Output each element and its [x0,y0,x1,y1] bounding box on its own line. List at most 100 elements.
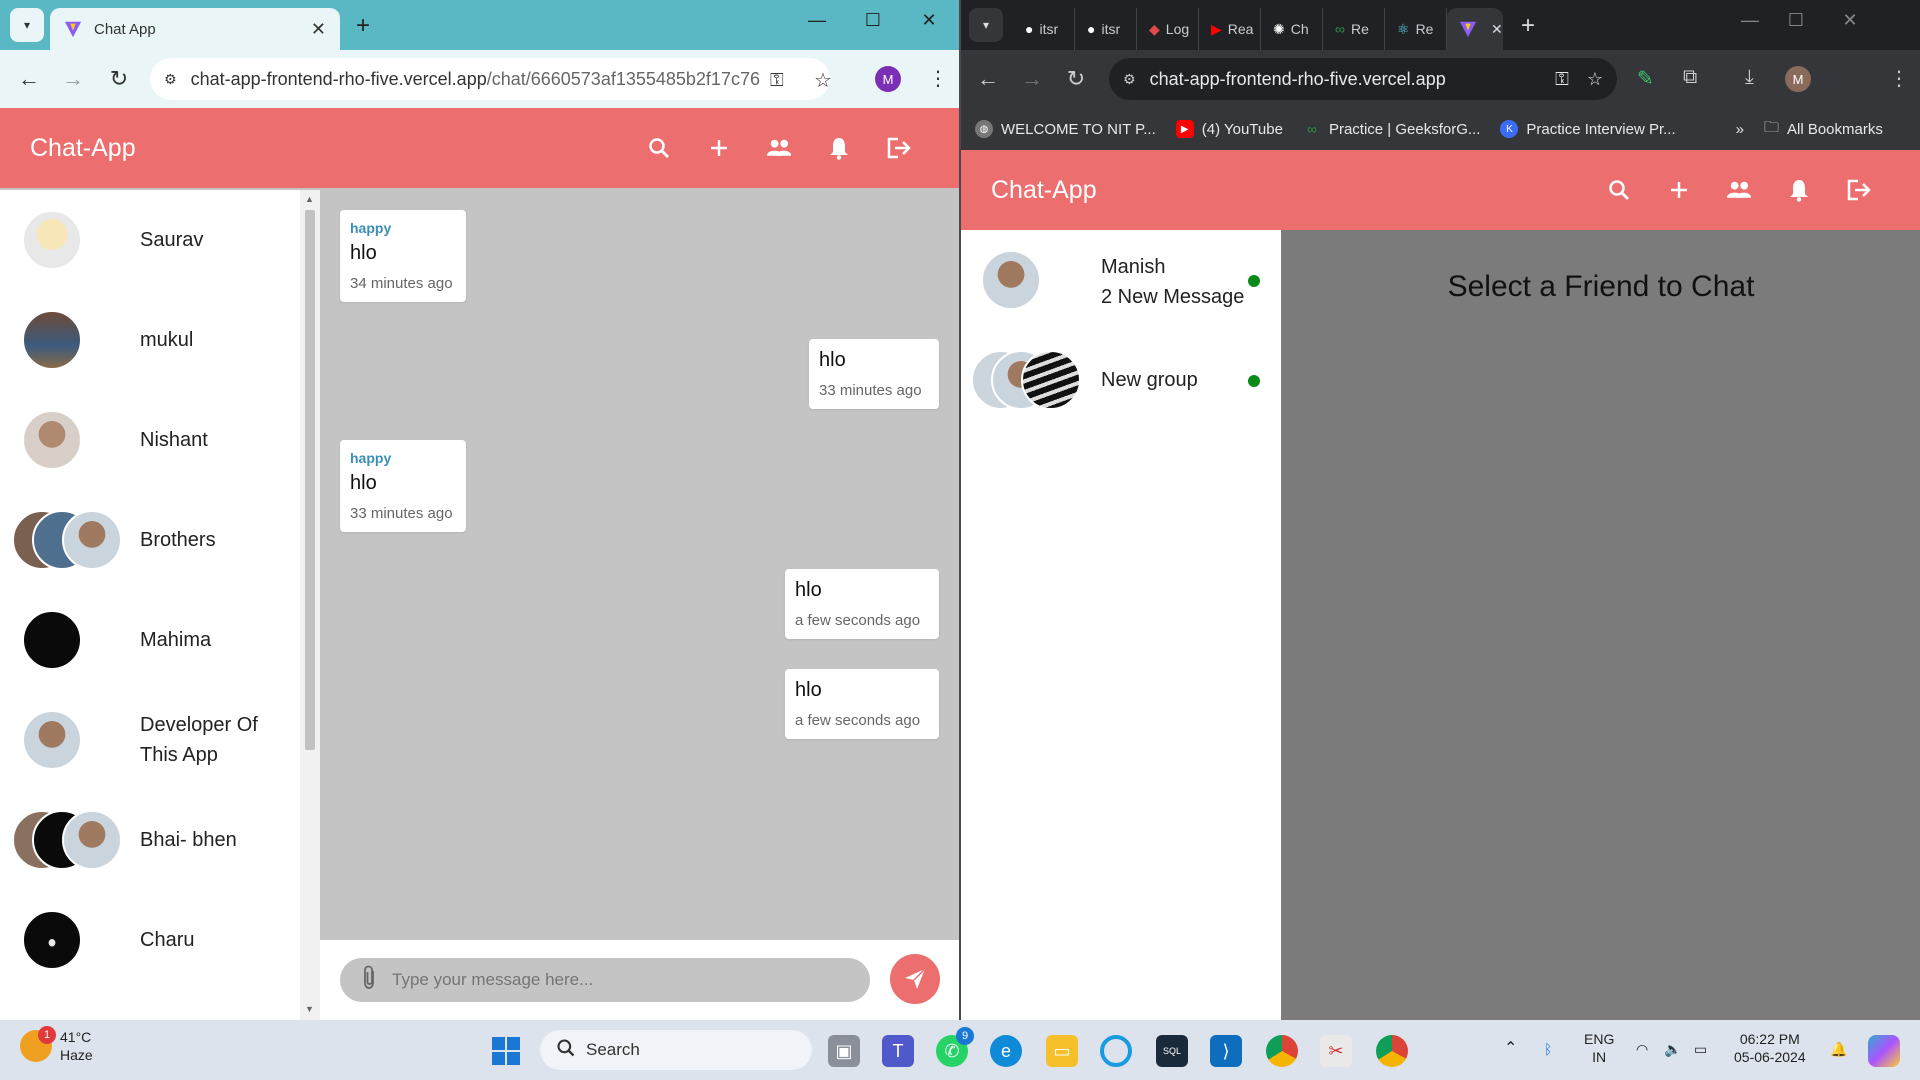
task-view-icon[interactable]: ▣ [828,1035,860,1067]
contact-list-scrollbar[interactable]: ▲ ▼ [300,190,320,1020]
attachment-paperclip-icon[interactable] [360,964,378,996]
maximize-icon[interactable]: ☐ [1781,10,1811,31]
vscode-icon[interactable]: ⟩ [1210,1035,1242,1067]
minimize-icon[interactable]: — [802,10,832,31]
tab-chat-app[interactable]: Chat App ✕ [50,8,340,50]
tab-search-dropdown-icon[interactable]: ▾ [969,8,1003,42]
contact-item-nishant[interactable]: Nishant [0,390,300,490]
file-explorer-icon[interactable]: ▭ [1046,1035,1078,1067]
bookmark-interview[interactable]: K Practice Interview Pr... [1500,120,1676,138]
maximize-icon[interactable]: ☐ [858,10,888,31]
close-window-icon[interactable]: ✕ [914,10,944,31]
battery-icon[interactable]: ▭ [1694,1040,1707,1058]
extension-pen-icon[interactable]: ✎ [1637,66,1654,91]
new-tab-icon[interactable]: + [1521,12,1535,40]
profile-avatar[interactable]: M [1785,66,1811,92]
whatsapp-icon[interactable]: ✆ 9 [936,1027,974,1067]
tab-github-2[interactable]: ● itsr [1075,8,1137,50]
contact-item-saurav[interactable]: Saurav [0,190,300,290]
search-icon[interactable] [646,136,672,160]
address-input[interactable]: ⚙ chat-app-frontend-rho-five.vercel.app … [1109,58,1617,100]
download-icon[interactable]: ⤓ [1745,66,1754,89]
snipping-tool-icon[interactable]: ✂ [1320,1035,1352,1067]
reload-icon[interactable]: ↻ [104,66,134,92]
notification-bell-icon[interactable] [1786,178,1812,202]
tab-geeksforgeeks[interactable]: ∞ Re [1323,8,1385,50]
tab-github-1[interactable]: ● itsr [1013,8,1075,50]
bookmark-gfg[interactable]: ∞ Practice | GeeksforG... [1303,120,1480,138]
logout-icon[interactable] [886,136,912,160]
contact-item-new-group[interactable]: New group [961,330,1281,430]
more-menu-icon[interactable]: ⋮ [1889,66,1909,91]
bookmark-nit[interactable]: ◍ WELCOME TO NIT P... [975,120,1156,138]
windows-start-icon[interactable] [490,1035,522,1067]
tab-chat-app-active[interactable]: ✕ [1447,8,1503,50]
chrome-icon[interactable] [1266,1035,1298,1067]
contact-item-brothers[interactable]: Brothers [0,490,300,590]
all-bookmarks-button[interactable]: 🗀 All Bookmarks [1764,117,1883,142]
tab-close-icon[interactable]: ✕ [311,19,326,40]
extensions-puzzle-icon[interactable]: ⧉ [1683,66,1697,89]
contact-item-charu[interactable]: Charu [0,890,300,990]
bookmark-star-icon[interactable]: ☆ [1587,69,1603,90]
close-window-icon[interactable]: ✕ [1835,10,1865,31]
contact-item-developer[interactable]: Developer Of This App [0,690,300,790]
back-icon[interactable]: ← [973,66,1003,92]
send-button[interactable] [890,954,940,1004]
mysql-workbench-icon[interactable]: SQL [1156,1035,1188,1067]
scroll-thumb[interactable] [305,210,315,750]
copilot-icon[interactable] [1868,1035,1900,1067]
bookmark-youtube[interactable]: ▶ (4) YouTube [1175,120,1283,138]
contact-name: Saurav [140,229,204,251]
contact-item-mukul[interactable]: mukul [0,290,300,390]
search-icon[interactable] [1606,178,1632,202]
taskbar-search-input[interactable]: Search [540,1030,812,1070]
tab-youtube[interactable]: ▶ Rea [1199,8,1261,50]
edge-icon[interactable]: e [990,1035,1022,1067]
wifi-icon[interactable]: ◠ [1636,1040,1648,1058]
logout-icon[interactable] [1846,178,1872,202]
notification-icon[interactable]: 🔔 [1830,1040,1847,1058]
bookmarks-overflow-icon[interactable]: » [1736,121,1744,138]
address-input[interactable]: ⚙ chat-app-frontend-rho-five.vercel.app /… [150,58,830,100]
tab-log[interactable]: ◆ Log [1137,8,1199,50]
teams-icon[interactable]: T [882,1035,914,1067]
cortana-icon[interactable] [1100,1035,1132,1067]
scroll-down-icon[interactable]: ▼ [305,1004,314,1014]
forward-icon[interactable]: → [1017,66,1047,92]
contact-item-bhai-bhen[interactable]: Bhai- bhen [0,790,300,890]
tab-close-icon[interactable]: ✕ [1491,21,1503,38]
more-menu-icon[interactable]: ⋮ [928,66,948,91]
password-key-icon[interactable]: ⚿ [770,70,784,91]
scroll-up-icon[interactable]: ▲ [305,194,314,204]
chrome-profile-icon[interactable] [1376,1035,1408,1067]
password-key-icon[interactable]: ⚿ [1555,69,1569,90]
add-icon[interactable] [1666,179,1692,201]
back-icon[interactable]: ← [14,66,44,92]
tab-search-dropdown-icon[interactable]: ▾ [10,8,44,42]
tab-react[interactable]: ⚛ Re [1385,8,1447,50]
bluetooth-icon[interactable]: ᛒ [1544,1040,1552,1058]
forward-icon[interactable]: → [58,66,88,92]
language-indicator[interactable]: ENG IN [1584,1030,1614,1066]
site-settings-icon[interactable]: ⚙ [1123,71,1136,88]
bookmark-star-icon[interactable]: ☆ [814,68,832,93]
notification-bell-icon[interactable] [826,136,852,160]
contact-item-mahima[interactable]: Mahima [0,590,300,690]
group-icon[interactable] [1726,179,1752,201]
volume-icon[interactable]: 🔈 [1664,1040,1681,1058]
tray-overflow-icon[interactable]: ⌃ [1504,1040,1517,1058]
add-icon[interactable] [706,137,732,159]
url-path: /chat/6660573af1355485b2f17c76 [486,68,760,89]
site-settings-icon[interactable]: ⚙ [164,71,177,88]
group-icon[interactable] [766,137,792,159]
weather-widget[interactable]: 1 41°C Haze [20,1026,93,1064]
reload-icon[interactable]: ↻ [1061,66,1091,92]
new-tab-icon[interactable]: + [356,12,370,40]
clock[interactable]: 06:22 PM 05-06-2024 [1734,1030,1806,1066]
tab-chatgpt[interactable]: ✺ Ch [1261,8,1323,50]
profile-avatar[interactable]: M [875,66,901,92]
message-input[interactable] [392,970,792,990]
contact-item-manish[interactable]: Manish 2 New Message [961,230,1281,330]
minimize-icon[interactable]: — [1735,10,1765,31]
